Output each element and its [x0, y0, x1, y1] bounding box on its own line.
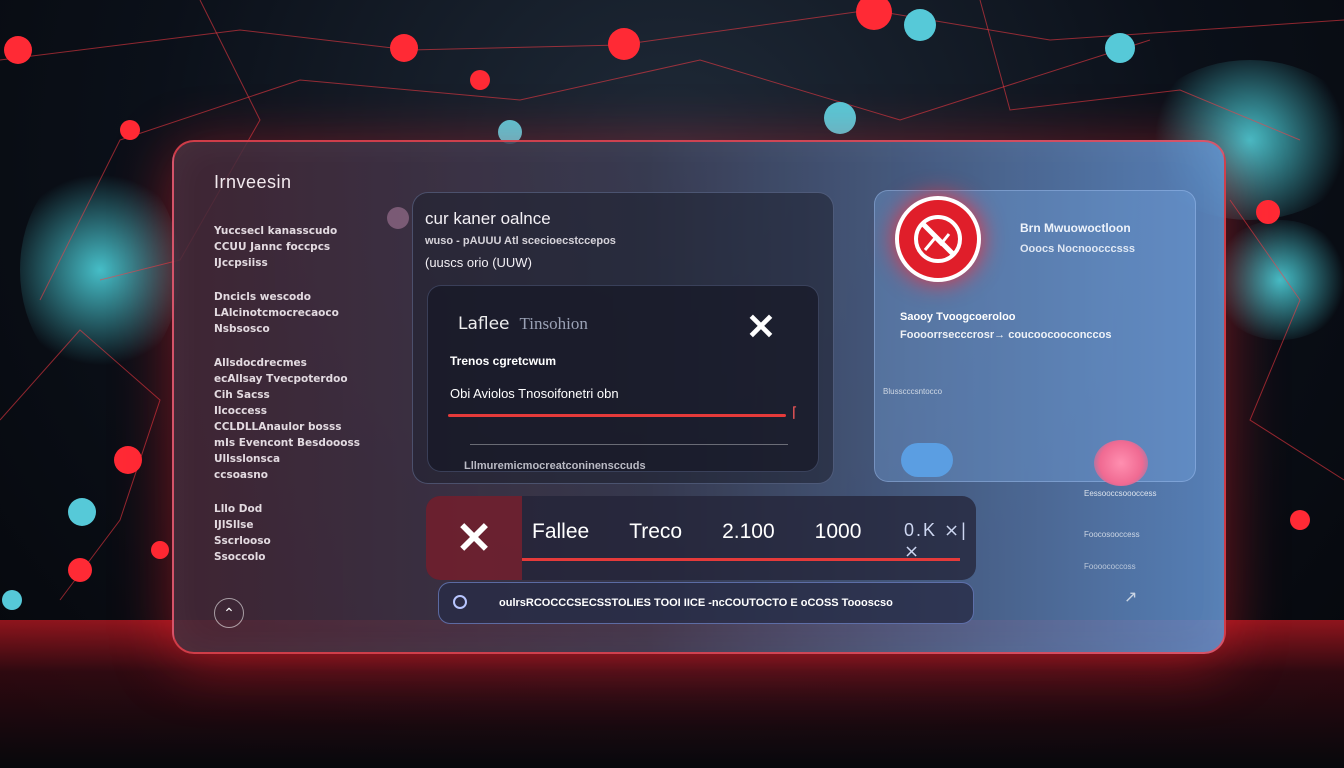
side-text: Foooococcoss	[1084, 562, 1136, 571]
main-window: Irnveesin Yuccsecl kanasscudo CCUU Jannc…	[172, 140, 1226, 654]
sidebar-list: Yuccsecl kanasscudo CCUU Jannc foccpcs I…	[214, 223, 394, 565]
card-subtitle: wuso - pAUUU Atl scecioecstccepos	[425, 235, 616, 247]
status-indicator-icon[interactable]	[1094, 440, 1148, 486]
sidebar: Irnveesin Yuccsecl kanasscudo CCUU Jannc…	[214, 172, 394, 565]
alert-detail: Saooy Tvoogcoeroloo	[900, 311, 1016, 323]
warning-glyph	[914, 215, 962, 263]
input-caret-icon: ⌈	[792, 404, 798, 420]
result-underline	[522, 558, 960, 561]
sidebar-item[interactable]: Ssoccolo	[214, 549, 394, 565]
dialog-footer-text: Lllmuremicmocreatconinensccuds	[464, 460, 646, 472]
status-dot-icon	[453, 595, 467, 609]
alert-title: Brn Mwuowoctloon	[1020, 221, 1131, 235]
main-card: cur kaner oalnce wuso - pAUUU Atl scecio…	[387, 192, 834, 484]
close-x-icon[interactable]: ✕	[746, 306, 776, 348]
sidebar-item[interactable]: IJlSllse	[214, 517, 394, 533]
result-value: 2.100	[722, 520, 775, 543]
status-text: oulrsRCOCCCSECSSTOLIES TOOI IICE -ncCOUT…	[499, 597, 893, 609]
sidebar-item[interactable]: Lllo Dod	[214, 501, 394, 517]
sidebar-item[interactable]: CCUU Jannc foccpcs	[214, 239, 394, 255]
card-title: cur kaner oalnce	[425, 209, 551, 228]
sidebar-item[interactable]: Allsdocdrecmes	[214, 355, 394, 371]
side-text: Foocosooccess	[1084, 530, 1140, 539]
side-text: Eessooccsoooccess	[1084, 489, 1157, 498]
alert-toggle[interactable]	[901, 443, 953, 477]
dialog-title-main: Laflee	[458, 314, 510, 334]
reject-x-icon[interactable]: ✕	[426, 496, 522, 580]
alert-card: Brn Mwuowoctloon Ooocs Nocnoocccsss Saoo…	[874, 190, 1196, 482]
sidebar-item[interactable]: ecAllsay Tvecpoterdoo	[214, 371, 394, 387]
alert-subtitle: Ooocs Nocnoocccsss	[1020, 243, 1135, 255]
result-value: 0.K	[904, 520, 938, 540]
sidebar-item[interactable]: Dncicls wescodo	[214, 289, 394, 305]
sidebar-item[interactable]: IJccpsiiss	[214, 255, 394, 271]
result-label: Fallee	[532, 520, 590, 543]
expand-arrows-icon[interactable]: ↗	[1124, 587, 1137, 607]
sidebar-item[interactable]: Sscrlooso	[214, 533, 394, 549]
field-label: Trenos cgretcwum	[450, 354, 557, 368]
sidebar-item[interactable]: mIs Evencont Besdoooss	[214, 435, 394, 451]
app-title: Irnveesin	[214, 172, 292, 192]
sidebar-item[interactable]: ccsoasno	[214, 467, 394, 483]
avatar[interactable]	[387, 207, 409, 229]
result-label: Treco	[629, 520, 683, 543]
dialog-title-light: Tinsohion	[519, 314, 588, 333]
sidebar-item[interactable]: Nsbsosco	[214, 321, 394, 337]
result-value: 1000	[814, 520, 862, 543]
card-subtitle-secondary: (uuscs orio (UUW)	[425, 255, 532, 270]
no-entry-warning-icon	[895, 196, 981, 282]
result-bar: ✕ Fallee Treco 2.100 1000 0.K ⨯|⨯	[426, 496, 976, 580]
home-chevron-icon[interactable]: ⌃	[214, 598, 244, 628]
sidebar-item[interactable]: CCLDLLAnaulor bosss	[214, 419, 394, 435]
sidebar-item[interactable]: LAlcinotcmocrecaoco	[214, 305, 394, 321]
transaction-input[interactable]: Obi Aviolos Tnosoifonetri obn	[450, 386, 790, 401]
status-bar: oulrsRCOCCCSECSSTOLIES TOOI IICE -ncCOUT…	[438, 582, 974, 624]
dialog-title: Laflee Tinsohion	[458, 314, 588, 334]
sidebar-item[interactable]: Cih Sacss	[214, 387, 394, 403]
result-items: Fallee Treco 2.100 1000	[532, 520, 861, 544]
alert-detail-secondary: Foooorrsecccrosr→ coucoocooconccos	[900, 329, 1112, 341]
result-mini: 0.K ⨯|⨯	[904, 520, 976, 562]
transaction-dialog: Laflee Tinsohion ✕ Trenos cgretcwum Obi A…	[427, 285, 819, 472]
sidebar-item[interactable]: Yuccsecl kanasscudo	[214, 223, 394, 239]
alert-note: Blusscccsntocco	[883, 387, 943, 396]
input-underline	[448, 414, 786, 417]
sidebar-item[interactable]: Ullsslonsca	[214, 451, 394, 467]
divider	[470, 444, 788, 445]
sidebar-item[interactable]: Ilcoccess	[214, 403, 394, 419]
